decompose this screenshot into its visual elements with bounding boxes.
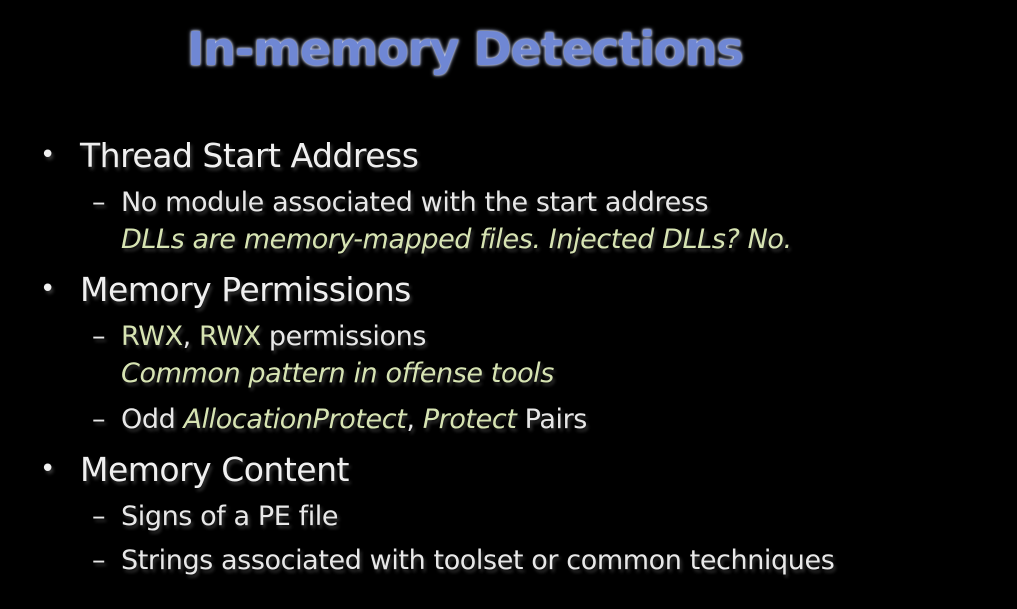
sub-item-label: permissions [260, 321, 427, 352]
sub-item-label: Pairs [516, 404, 588, 435]
dash-icon: – [92, 404, 106, 435]
bullet-icon: • [40, 274, 55, 304]
separator: , [406, 404, 423, 435]
note-dlls: DLLs are memory-mapped files. Injected D… [121, 224, 792, 255]
bullet-icon: • [40, 454, 55, 484]
note-common-pattern: Common pattern in offense tools [121, 358, 554, 389]
sub-item-pe-file: – Signs of a PE file [92, 501, 339, 532]
dash-icon: – [92, 501, 106, 532]
bullet-thread-start-address: • Thread Start Address [40, 136, 419, 175]
dash-icon: – [92, 187, 106, 218]
sub-item-no-module: – No module associated with the start add… [92, 187, 709, 218]
sub-item-label: No module associated with the start addr… [121, 187, 709, 218]
bullet-label: Memory Content [80, 450, 349, 489]
sub-item-rwx: – RWX, RWX permissions [92, 321, 426, 352]
allocation-protect-term: AllocationProtect [183, 404, 407, 435]
bullet-label: Memory Permissions [80, 270, 411, 309]
dash-icon: – [92, 545, 106, 576]
sub-item-label: Signs of a PE file [121, 501, 339, 532]
bullet-memory-content: • Memory Content [40, 450, 349, 489]
protect-term: Protect [422, 404, 517, 435]
bullet-label: Thread Start Address [80, 136, 419, 175]
dash-icon: – [92, 321, 106, 352]
rwx-term: RWX [199, 321, 261, 352]
slide: In-memory Detections • Thread Start Addre… [0, 0, 1017, 609]
sub-item-odd-pairs: – Odd AllocationProtect, Protect Pairs [92, 404, 587, 435]
bullet-memory-permissions: • Memory Permissions [40, 270, 411, 309]
sub-item-strings: – Strings associated with toolset or comm… [92, 545, 835, 576]
sub-item-label: Strings associated with toolset or commo… [121, 545, 835, 576]
separator: , [182, 321, 200, 352]
rwx-term: RWX [121, 321, 183, 352]
bullet-icon: • [40, 140, 55, 170]
slide-title: In-memory Detections [187, 22, 744, 76]
sub-item-label: Odd [121, 404, 184, 435]
